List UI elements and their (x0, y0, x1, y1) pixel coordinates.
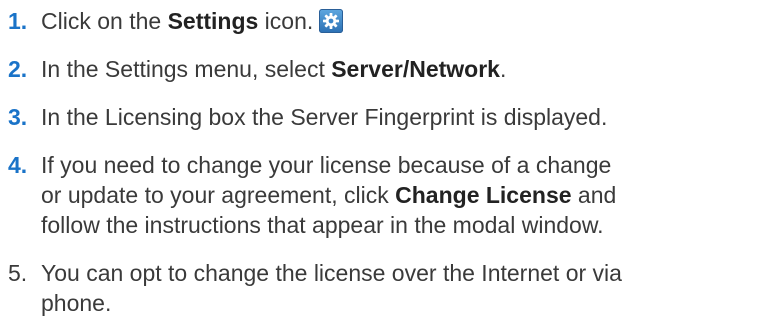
step-text-after: icon. (258, 8, 314, 34)
step-text: Click on the Settings icon. (41, 6, 779, 36)
step-text-after: and (571, 182, 617, 208)
gear-icon (319, 9, 344, 33)
step-line-2: or update to your agreement, click Chang… (41, 180, 779, 210)
step-text-before: Click on the (41, 8, 168, 34)
settings-label: Settings (167, 8, 259, 34)
step-text-after: . (499, 56, 507, 82)
step-line-1: You can opt to change the license over t… (41, 260, 622, 286)
step-text: In the Licensing box the Server Fingerpr… (41, 104, 608, 130)
change-license-label: Change License (395, 182, 572, 208)
step-text-before: or update to your agreement, click (41, 182, 396, 208)
server-network-label: Server/Network (331, 56, 500, 82)
step-text: In the Settings menu, select Server/Netw… (41, 54, 779, 84)
step-text: If you need to change your license becau… (41, 150, 779, 240)
step-text-before: In the Settings menu, select (41, 56, 332, 82)
step-line-3: follow the instructions that appear in t… (41, 212, 604, 238)
step-line-1: If you need to change your license becau… (41, 152, 612, 178)
step-line-2: phone. (41, 290, 112, 316)
step-text: You can opt to change the license over t… (41, 258, 779, 318)
